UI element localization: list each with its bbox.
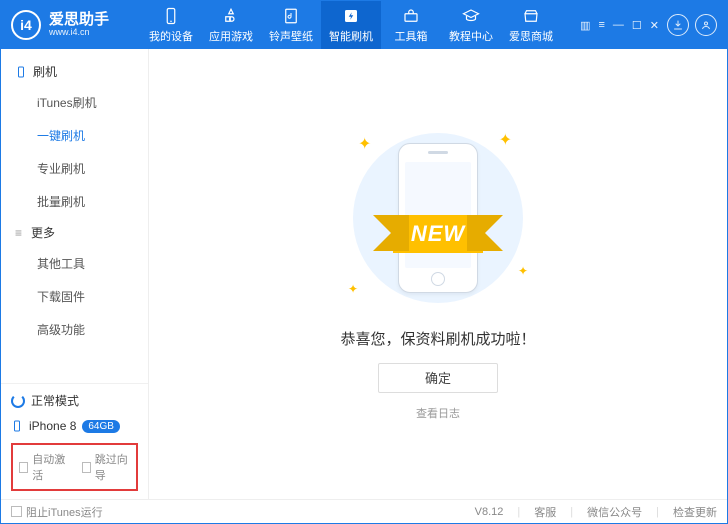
tab-apps-games[interactable]: 应用游戏 [201,1,261,49]
mode-label: 正常模式 [31,392,79,409]
phone-icon [162,7,180,25]
device-phone-icon [11,419,23,433]
main-content: ✦ ✦ ✦ ✦ NEW 恭喜您，保资料刷机成功啦！ 确定 查看日志 [149,49,727,499]
checkbox-block-itunes[interactable]: 阻止iTunes运行 [11,504,103,520]
sidebar-item-pro-flash[interactable]: 专业刷机 [1,152,148,185]
toolbox-icon [402,7,420,25]
store-icon [522,7,540,25]
sparkle-icon: ✦ [499,130,512,150]
section-title: 更多 [31,224,55,241]
close-icon[interactable]: ✕ [650,19,659,32]
collapse-icon: ≡ [15,226,25,240]
music-icon [282,7,300,25]
flash-icon [342,7,360,25]
view-log-link[interactable]: 查看日志 [416,405,460,421]
app-logo: i4 爱思助手 www.i4.cn [11,10,141,40]
apps-icon [222,7,240,25]
download-icon[interactable] [667,14,689,36]
device-mode[interactable]: 正常模式 [11,392,138,409]
tab-ringtones[interactable]: 铃声壁纸 [261,1,321,49]
check-update-link[interactable]: 检查更新 [673,504,717,520]
sidebar-item-batch-flash[interactable]: 批量刷机 [1,185,148,218]
tab-label: 爱思商城 [509,28,553,44]
phone-small-icon [15,66,27,78]
app-url: www.i4.cn [49,28,109,38]
sparkle-icon: ✦ [358,134,371,154]
device-name: iPhone 8 [29,419,76,433]
window-controls: ▥ ≡ — ☐ ✕ [580,19,659,32]
sidebar-section-flash[interactable]: 刷机 [1,57,148,86]
checkbox-auto-activate[interactable]: 自动激活 [19,451,68,483]
success-message: 恭喜您，保资料刷机成功啦！ [340,328,535,349]
top-tabs: 我的设备 应用游戏 铃声壁纸 智能刷机 工具箱 教程中心 [141,1,561,49]
logo-icon: i4 [11,10,41,40]
checkbox-icon [19,462,28,473]
version-label: V8.12 [475,506,504,518]
success-illustration: ✦ ✦ ✦ ✦ NEW [328,128,548,308]
tab-label: 智能刷机 [329,28,373,44]
wechat-link[interactable]: 微信公众号 [587,504,642,520]
app-name: 爱思助手 [49,12,109,29]
sparkle-icon: ✦ [348,282,358,296]
device-capacity-badge: 64GB [82,420,120,433]
tab-label: 应用游戏 [209,28,253,44]
checkbox-label: 跳过向导 [95,451,130,483]
checkbox-icon [11,506,22,517]
statusbar: 阻止iTunes运行 V8.12 | 客服 | 微信公众号 | 检查更新 [1,499,727,523]
options-highlight-box: 自动激活 跳过向导 [11,443,138,491]
ok-button[interactable]: 确定 [378,363,498,393]
tab-toolbox[interactable]: 工具箱 [381,1,441,49]
refresh-icon [11,394,25,408]
section-title: 刷机 [33,63,57,80]
tutorial-icon [462,7,480,25]
tab-label: 工具箱 [395,28,428,44]
sidebar-item-download-firmware[interactable]: 下载固件 [1,280,148,313]
checkbox-label: 自动激活 [32,451,67,483]
minimize-icon[interactable]: — [613,19,624,31]
maximize-icon[interactable]: ☐ [632,19,642,32]
tab-label: 教程中心 [449,28,493,44]
sparkle-icon: ✦ [518,264,528,278]
tab-store[interactable]: 爱思商城 [501,1,561,49]
sidebar-item-itunes-flash[interactable]: iTunes刷机 [1,86,148,119]
sidebar-item-oneclick-flash[interactable]: 一键刷机 [1,119,148,152]
device-info[interactable]: iPhone 8 64GB [11,419,138,433]
tab-tutorials[interactable]: 教程中心 [441,1,501,49]
titlebar: i4 爱思助手 www.i4.cn 我的设备 应用游戏 铃声壁纸 智能刷机 [1,1,727,49]
checkbox-skip-guide[interactable]: 跳过向导 [82,451,131,483]
tab-label: 我的设备 [149,28,193,44]
new-ribbon: NEW [393,215,483,253]
support-link[interactable]: 客服 [534,504,556,520]
tab-label: 铃声壁纸 [269,28,313,44]
skin-icon[interactable]: ▥ [580,19,590,32]
tab-my-device[interactable]: 我的设备 [141,1,201,49]
sidebar: 刷机 iTunes刷机 一键刷机 专业刷机 批量刷机 ≡ 更多 其他工具 下载固… [1,49,149,499]
checkbox-label: 阻止iTunes运行 [26,504,103,520]
user-icon[interactable] [695,14,717,36]
tab-smart-flash[interactable]: 智能刷机 [321,1,381,49]
menu-icon[interactable]: ≡ [598,19,604,31]
sidebar-item-other-tools[interactable]: 其他工具 [1,247,148,280]
sidebar-item-advanced[interactable]: 高级功能 [1,313,148,346]
sidebar-section-more[interactable]: ≡ 更多 [1,218,148,247]
checkbox-icon [82,462,91,473]
